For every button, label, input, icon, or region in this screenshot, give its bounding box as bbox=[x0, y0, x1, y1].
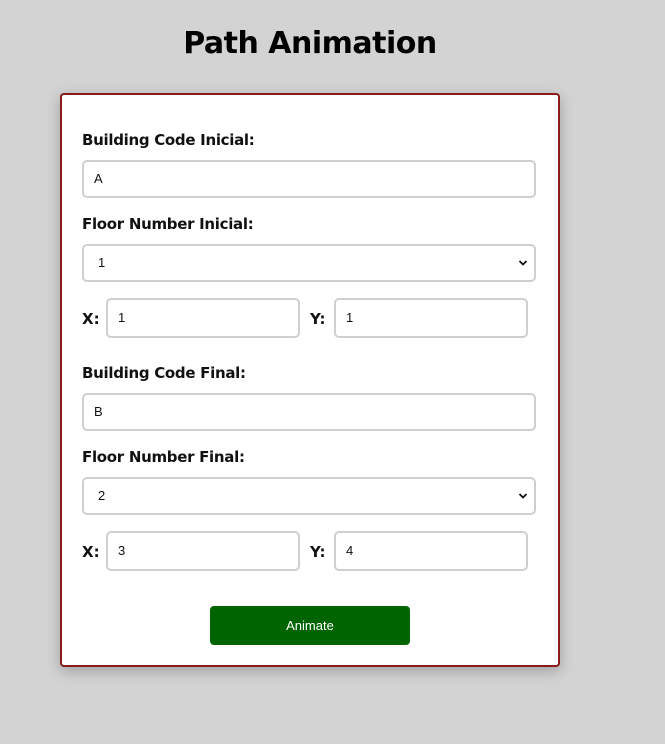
y-final-input[interactable]: 4 bbox=[334, 531, 528, 571]
x-initial-label: X: bbox=[82, 310, 100, 328]
floor-number-initial-select[interactable]: 1 bbox=[82, 244, 536, 282]
animate-button[interactable]: Animate bbox=[210, 606, 410, 645]
path-form-card: Building Code Inicial: A Floor Number In… bbox=[60, 93, 560, 667]
building-code-final-input[interactable]: B bbox=[82, 393, 536, 431]
building-code-final-label: Building Code Final: bbox=[82, 364, 246, 382]
chevron-down-icon bbox=[518, 493, 528, 499]
floor-number-final-label: Floor Number Final: bbox=[82, 448, 245, 466]
x-initial-input[interactable]: 1 bbox=[106, 298, 300, 338]
floor-number-initial-label: Floor Number Inicial: bbox=[82, 215, 254, 233]
y-initial-label: Y: bbox=[310, 310, 326, 328]
building-code-initial-label: Building Code Inicial: bbox=[82, 131, 255, 149]
floor-number-final-select[interactable]: 2 bbox=[82, 477, 536, 515]
x-final-input[interactable]: 3 bbox=[106, 531, 300, 571]
page-title: Path Animation bbox=[183, 26, 437, 61]
y-initial-input[interactable]: 1 bbox=[334, 298, 528, 338]
x-final-label: X: bbox=[82, 543, 100, 561]
floor-number-final-value: 2 bbox=[98, 488, 106, 503]
chevron-down-icon bbox=[518, 260, 528, 266]
floor-number-initial-value: 1 bbox=[98, 255, 106, 270]
y-final-label: Y: bbox=[310, 543, 326, 561]
building-code-initial-input[interactable]: A bbox=[82, 160, 536, 198]
